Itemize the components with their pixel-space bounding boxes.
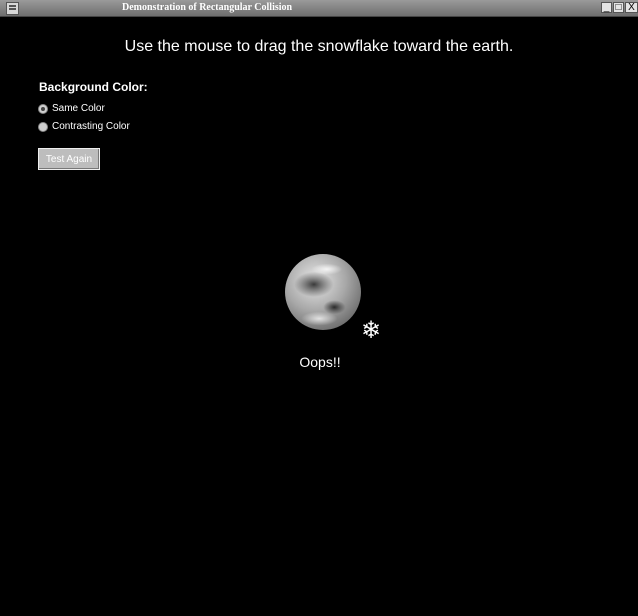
- radio-button[interactable]: [38, 121, 48, 132]
- instruction-text: Use the mouse to drag the snowflake towa…: [124, 38, 514, 55]
- radio-label: Contrasting Color: [52, 121, 130, 132]
- maximize-button[interactable]: □: [613, 2, 624, 13]
- close-button[interactable]: X: [625, 2, 638, 13]
- app-icon[interactable]: [6, 2, 19, 15]
- radio-button-selected[interactable]: [38, 103, 48, 114]
- snowflake-icon[interactable]: ❄: [358, 318, 384, 344]
- radio-label: Same Color: [52, 103, 105, 114]
- title-bar[interactable]: Demonstration of Rectangular Collision _…: [0, 0, 638, 17]
- radio-contrasting-color[interactable]: Contrasting Color: [38, 121, 130, 132]
- window-title: Demonstration of Rectangular Collision: [122, 2, 293, 13]
- minimize-button[interactable]: _: [601, 2, 612, 13]
- app-window: Demonstration of Rectangular Collision _…: [0, 0, 638, 616]
- test-again-button[interactable]: Test Again: [38, 148, 100, 170]
- background-color-label: Background Color:: [39, 80, 148, 94]
- earth-image: [285, 254, 361, 330]
- radio-same-color[interactable]: Same Color: [38, 103, 105, 114]
- status-text: Oops!!: [299, 354, 341, 370]
